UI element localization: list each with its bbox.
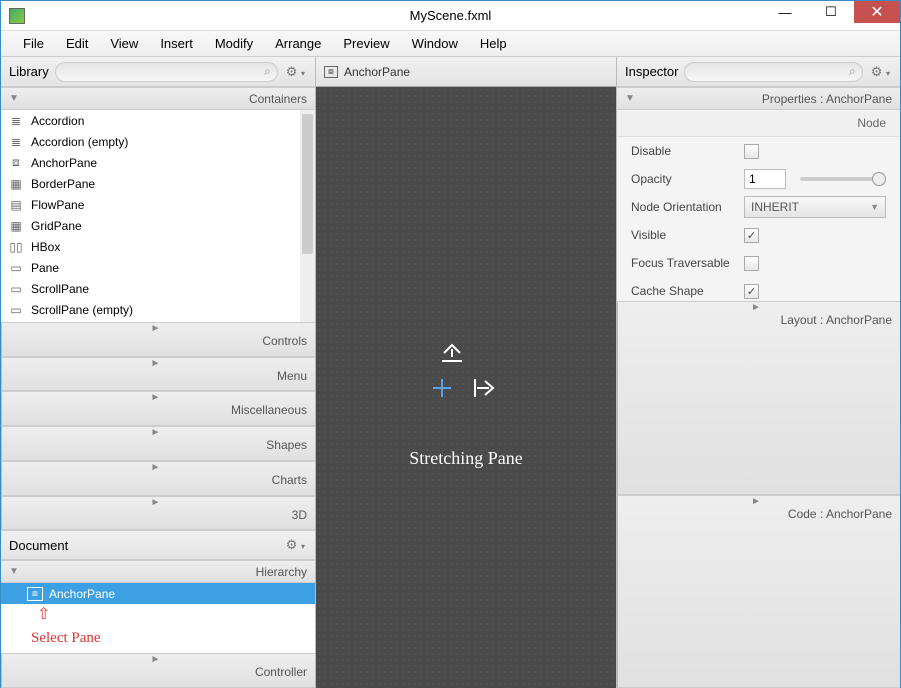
chevron-down-icon: ▼ — [870, 202, 879, 212]
title-bar: MyScene.fxml — ☐ ✕ — [1, 1, 900, 31]
menu-view[interactable]: View — [100, 33, 148, 54]
orientation-combo[interactable]: INHERIT▼ — [744, 196, 886, 218]
library-section-misc[interactable]: Miscellaneous — [1, 391, 315, 426]
borderpane-icon: ▦ — [7, 177, 25, 191]
menu-arrange[interactable]: Arrange — [265, 33, 331, 54]
menu-window[interactable]: Window — [402, 33, 468, 54]
chevron-right-icon — [151, 358, 161, 369]
inspector-tab-layout[interactable]: Layout : AnchorPane — [617, 301, 900, 494]
library-section-containers[interactable]: Containers — [1, 87, 315, 110]
library-section-controls[interactable]: Controls — [1, 322, 315, 357]
anchorpane-icon: ⧈ — [324, 66, 338, 78]
library-item[interactable]: ⧈AnchorPane — [1, 152, 315, 173]
chevron-right-icon — [151, 497, 161, 508]
inspector-settings-icon[interactable]: ⚙ ▾ — [869, 64, 892, 80]
canvas[interactable]: Stretching Pane — [316, 87, 616, 688]
library-item[interactable]: ▦BorderPane — [1, 173, 315, 194]
document-section-controller[interactable]: Controller — [1, 653, 315, 688]
library-item[interactable]: ▭ScrollPane — [1, 278, 315, 299]
maximize-button[interactable]: ☐ — [808, 1, 854, 23]
accordion-icon: ≣ — [7, 135, 25, 149]
chevron-right-icon — [151, 654, 161, 665]
menu-file[interactable]: File — [13, 33, 54, 54]
canvas-header: ⧈ AnchorPane — [316, 57, 616, 87]
hierarchy-tree: ⧈ AnchorPane ⇧ Select Pane — [1, 583, 315, 653]
library-item[interactable]: ▭Pane — [1, 257, 315, 278]
scrollpane-icon: ▭ — [7, 282, 25, 296]
center-cross-icon — [433, 379, 451, 397]
library-list: ≣Accordion ≣Accordion (empty) ⧈AnchorPan… — [1, 110, 315, 320]
stretch-up-icon — [439, 341, 465, 363]
library-title: Library — [9, 64, 49, 79]
menu-help[interactable]: Help — [470, 33, 517, 54]
inspector-tab-properties[interactable]: Properties : AnchorPane — [617, 87, 900, 110]
anchorpane-icon: ⧈ — [27, 587, 43, 601]
chevron-right-icon — [751, 302, 761, 313]
flowpane-icon: ▤ — [7, 198, 25, 212]
library-section-menu[interactable]: Menu — [1, 357, 315, 392]
library-item[interactable]: ▭ScrollPane (empty) — [1, 299, 315, 320]
visible-checkbox[interactable]: ✓ — [744, 228, 759, 243]
focus-checkbox[interactable] — [744, 256, 759, 271]
library-section-charts[interactable]: Charts — [1, 461, 315, 496]
menu-bar: File Edit View Insert Modify Arrange Pre… — [1, 31, 900, 57]
opacity-input[interactable] — [744, 169, 786, 189]
inspector-tab-code[interactable]: Code : AnchorPane — [617, 495, 900, 688]
menu-modify[interactable]: Modify — [205, 33, 263, 54]
document-header: Document ⚙ ▾ — [1, 530, 315, 560]
library-item[interactable]: ▤FlowPane — [1, 194, 315, 215]
scrollpane-icon: ▭ — [7, 303, 25, 317]
canvas-root-label: AnchorPane — [344, 65, 410, 79]
properties-panel: Node Disable Opacity Node OrientationINH… — [617, 110, 900, 301]
disable-checkbox[interactable] — [744, 144, 759, 159]
chevron-right-icon — [751, 496, 761, 507]
inspector-title: Inspector — [625, 64, 678, 79]
annotation-arrow-icon: ⇧ — [37, 604, 315, 624]
library-settings-icon[interactable]: ⚙ ▾ — [284, 64, 307, 80]
library-item[interactable]: ≣Accordion (empty) — [1, 131, 315, 152]
library-scrollbar[interactable] — [300, 110, 315, 322]
library-header: Library ⌕ ⚙ ▾ — [1, 57, 315, 87]
search-icon: ⌕ — [849, 64, 856, 79]
opacity-slider[interactable] — [800, 177, 886, 181]
document-settings-icon[interactable]: ⚙ ▾ — [284, 537, 307, 553]
inspector-header: Inspector ⌕ ⚙ ▾ — [617, 57, 900, 87]
menu-preview[interactable]: Preview — [333, 33, 399, 54]
search-icon: ⌕ — [264, 64, 271, 79]
accordion-icon: ≣ — [7, 114, 25, 128]
document-section-hierarchy[interactable]: Hierarchy — [1, 560, 315, 583]
library-item[interactable]: ≣Accordion — [1, 110, 315, 131]
library-section-shapes[interactable]: Shapes — [1, 426, 315, 461]
chevron-right-icon — [151, 462, 161, 473]
inspector-search[interactable]: ⌕ — [684, 62, 862, 82]
menu-insert[interactable]: Insert — [150, 33, 203, 54]
hbox-icon: ▯▯ — [7, 240, 25, 254]
prop-group-node: Node — [617, 110, 900, 137]
chevron-down-icon — [9, 93, 19, 104]
hierarchy-root-node[interactable]: ⧈ AnchorPane — [1, 583, 315, 604]
pane-icon: ▭ — [7, 261, 25, 275]
anchorpane-icon: ⧈ — [7, 156, 25, 170]
library-section-3d[interactable]: 3D — [1, 496, 315, 531]
stretch-right-icon — [473, 377, 499, 399]
menu-edit[interactable]: Edit — [56, 33, 98, 54]
library-item[interactable]: ▦GridPane — [1, 215, 315, 236]
library-item[interactable]: ▯▯HBox — [1, 236, 315, 257]
document-title: Document — [9, 538, 68, 553]
chevron-right-icon — [151, 427, 161, 438]
cache-checkbox[interactable]: ✓ — [744, 284, 759, 299]
minimize-button[interactable]: — — [762, 1, 808, 23]
close-button[interactable]: ✕ — [854, 1, 900, 23]
canvas-note: Stretching Pane — [409, 448, 522, 469]
annotation-text: Select Pane — [1, 624, 315, 653]
library-search[interactable]: ⌕ — [55, 62, 278, 82]
chevron-right-icon — [151, 392, 161, 403]
chevron-down-icon — [9, 566, 19, 577]
chevron-down-icon — [625, 93, 635, 104]
chevron-right-icon — [151, 323, 161, 334]
gridpane-icon: ▦ — [7, 219, 25, 233]
